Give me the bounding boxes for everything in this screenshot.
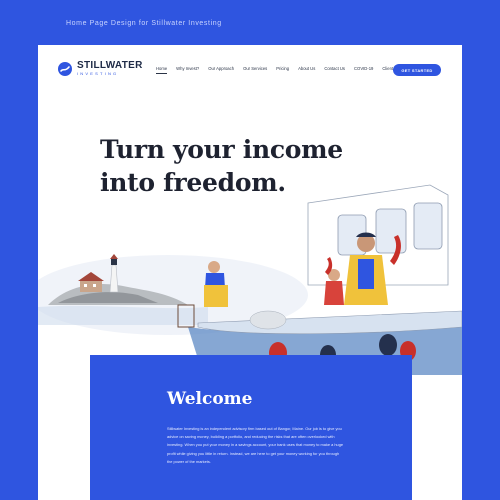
hero-headline-line2: into freedom. <box>100 168 286 197</box>
welcome-section: Welcome Stillwater Investing is an indep… <box>90 355 412 500</box>
get-started-button[interactable]: GET STARTED <box>393 64 441 76</box>
stillwater-logo-icon <box>58 61 72 76</box>
page-caption: Home Page Design for Stillwater Investin… <box>66 20 222 27</box>
nav-item-contact-us[interactable]: Contact Us <box>324 66 345 74</box>
homepage-mockup: STILLWATER INVESTING Home Why Invest? Ou… <box>38 45 462 500</box>
hero-headline-line1: Turn your income <box>100 135 343 164</box>
nav-item-our-services[interactable]: Our Services <box>243 66 267 74</box>
brand-logo[interactable]: STILLWATER INVESTING <box>58 61 143 76</box>
nav-item-about-us[interactable]: About Us <box>298 66 315 74</box>
welcome-body: Stillwater Investing is an independent a… <box>167 426 344 464</box>
hero-headline: Turn your income into freedom. <box>100 133 343 199</box>
nav-item-covid-19[interactable]: COVID-19 <box>354 66 373 74</box>
brand-tagline: INVESTING <box>77 71 119 76</box>
hero-illustration <box>38 184 462 375</box>
nav-item-why-invest[interactable]: Why Invest? <box>176 66 199 74</box>
nav-item-pricing[interactable]: Pricing <box>276 66 289 74</box>
nav-item-our-approach[interactable]: Our Approach <box>208 66 234 74</box>
brand-name: STILLWATER <box>77 60 143 71</box>
top-navigation: STILLWATER INVESTING Home Why Invest? Ou… <box>38 45 462 95</box>
nav-item-home[interactable]: Home <box>156 66 168 74</box>
main-menu: Home Why Invest? Our Approach Our Servic… <box>156 66 414 74</box>
welcome-title: Welcome <box>167 389 253 409</box>
